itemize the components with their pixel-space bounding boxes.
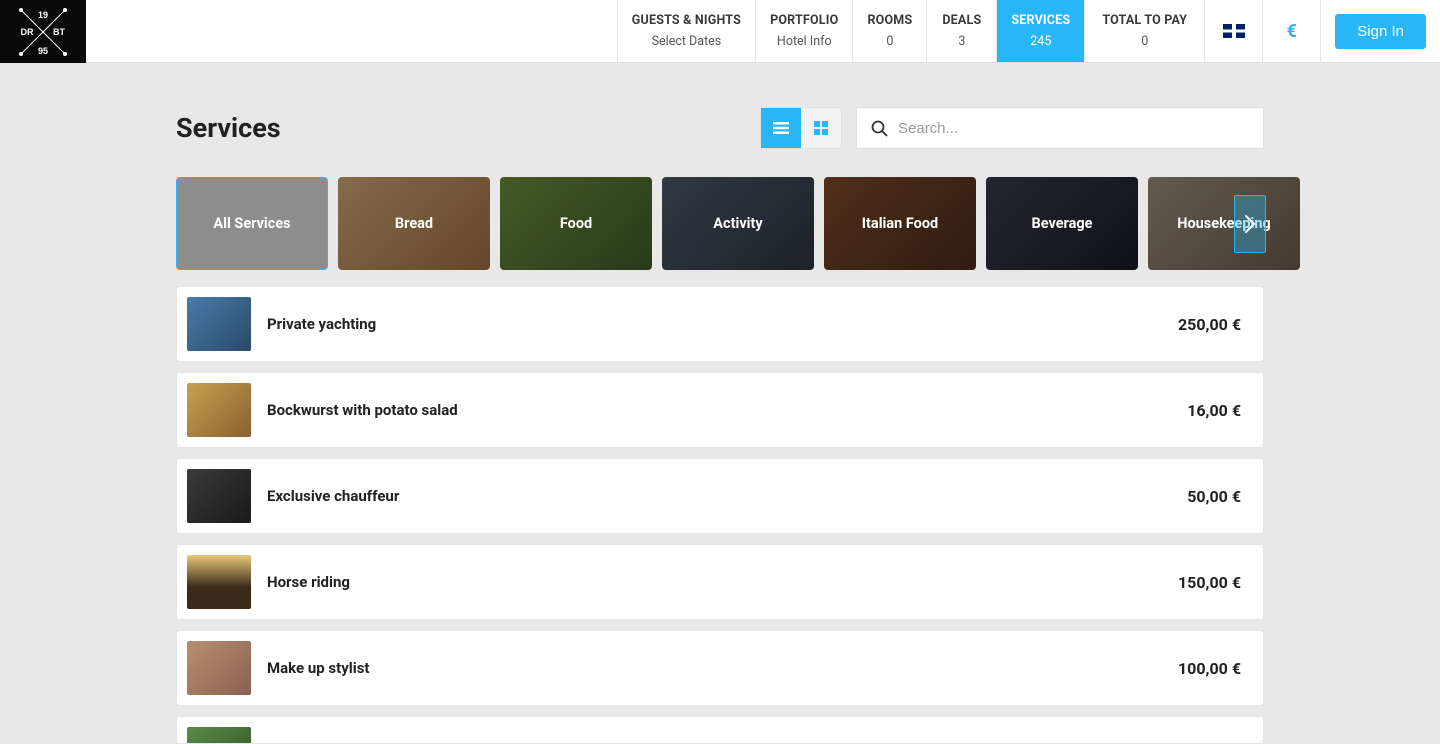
service-row[interactable]: Make up stylist100,00 €	[176, 630, 1264, 706]
service-name: Make up stylist	[267, 659, 1178, 677]
nav-item-label: PORTFOLIO	[770, 13, 838, 29]
service-thumbnail	[187, 555, 251, 609]
category-bread[interactable]: Bread	[338, 177, 490, 270]
page-title: Services	[176, 112, 760, 144]
service-thumbnail	[187, 469, 251, 523]
service-name: Horse riding	[267, 573, 1178, 591]
nav-item-portfolio[interactable]: PORTFOLIO Hotel Info	[755, 0, 852, 62]
view-toggle	[760, 107, 842, 149]
nav-item-value: 0	[867, 34, 912, 49]
nav-item-total-to-pay[interactable]: TOTAL TO PAY 0	[1084, 0, 1204, 62]
nav-item-rooms[interactable]: ROOMS 0	[852, 0, 926, 62]
service-row[interactable]: Exclusive chauffeur50,00 €	[176, 458, 1264, 534]
nav-item-label: ROOMS	[867, 13, 912, 29]
service-price: 250,00 €	[1178, 315, 1241, 334]
service-name: Exclusive chauffeur	[267, 487, 1187, 505]
svg-text:BT: BT	[53, 27, 65, 37]
nav-item-value: 0	[1099, 34, 1190, 49]
service-thumbnail	[187, 641, 251, 695]
title-row: Services	[176, 107, 1264, 149]
nav-item-label: GUESTS & NIGHTS	[632, 13, 741, 29]
search-field[interactable]	[856, 107, 1264, 149]
nav-item-value: Select Dates	[632, 34, 741, 49]
sign-in-button[interactable]: Sign In	[1335, 14, 1426, 49]
service-name: Private yachting	[267, 315, 1178, 333]
nav-item-value: Hotel Info	[770, 34, 838, 49]
service-row[interactable]: Bockwurst with potato salad16,00 €	[176, 372, 1264, 448]
service-thumbnail	[187, 297, 251, 351]
currency-symbol: €	[1287, 21, 1297, 42]
nav-item-deals[interactable]: DEALS 3	[926, 0, 996, 62]
carousel-next-button[interactable]	[1234, 195, 1266, 253]
grid-icon	[811, 118, 831, 138]
service-price: 150,00 €	[1178, 573, 1241, 592]
service-name: Bockwurst with potato salad	[267, 401, 1187, 419]
category-label: All Services	[213, 215, 290, 232]
nav-item-label: DEALS	[941, 13, 982, 29]
service-list: Private yachting250,00 € Bockwurst with p…	[176, 286, 1264, 744]
category-activity[interactable]: Activity	[662, 177, 814, 270]
search-icon	[871, 120, 888, 137]
category-house[interactable]: Housekeeping	[1148, 177, 1300, 270]
service-thumbnail	[187, 727, 251, 744]
category-label: Bread	[395, 215, 433, 232]
currency-selector[interactable]: €	[1262, 0, 1320, 62]
nav-item-value: 245	[1011, 34, 1070, 49]
nav-item-guests-nights[interactable]: GUESTS & NIGHTS Select Dates	[617, 0, 755, 62]
category-italian[interactable]: Italian Food	[824, 177, 976, 270]
grid-view-button[interactable]	[801, 108, 841, 148]
category-label: Beverage	[1031, 215, 1092, 232]
language-selector[interactable]	[1204, 0, 1262, 62]
service-row[interactable]	[176, 716, 1264, 744]
category-beverage[interactable]: Beverage	[986, 177, 1138, 270]
service-price: 100,00 €	[1178, 659, 1241, 678]
nav-item-label: TOTAL TO PAY	[1099, 13, 1190, 29]
service-price: 16,00 €	[1187, 401, 1241, 420]
nav-item-label: SERVICES	[1011, 13, 1070, 29]
nav-item-value: 3	[941, 34, 982, 49]
category-label: Food	[560, 215, 592, 232]
uk-flag-icon	[1223, 24, 1245, 38]
service-row[interactable]: Private yachting250,00 €	[176, 286, 1264, 362]
list-view-button[interactable]	[761, 108, 801, 148]
header: 19 DR BT 95 GUESTS & NIGHTS Select Dates P…	[0, 0, 1440, 63]
svg-text:95: 95	[38, 46, 48, 56]
list-icon	[771, 118, 791, 138]
category-label: Activity	[713, 215, 762, 232]
signin-cell: Sign In	[1320, 0, 1440, 62]
logo[interactable]: 19 DR BT 95	[0, 0, 86, 63]
service-thumbnail	[187, 383, 251, 437]
svg-text:DR: DR	[21, 27, 34, 37]
chevron-right-icon	[1244, 214, 1256, 234]
service-row[interactable]: Horse riding150,00 €	[176, 544, 1264, 620]
category-carousel: All Services Bread Food Activity Italian Foo…	[176, 177, 1264, 270]
category-all[interactable]: All Services	[176, 177, 328, 270]
search-input[interactable]	[898, 120, 1249, 137]
service-price: 50,00 €	[1187, 487, 1241, 506]
category-label: Italian Food	[862, 215, 938, 232]
nav-item-services[interactable]: SERVICES 245	[996, 0, 1084, 62]
main: Services	[176, 63, 1264, 744]
category-food[interactable]: Food	[500, 177, 652, 270]
svg-text:19: 19	[38, 10, 48, 20]
